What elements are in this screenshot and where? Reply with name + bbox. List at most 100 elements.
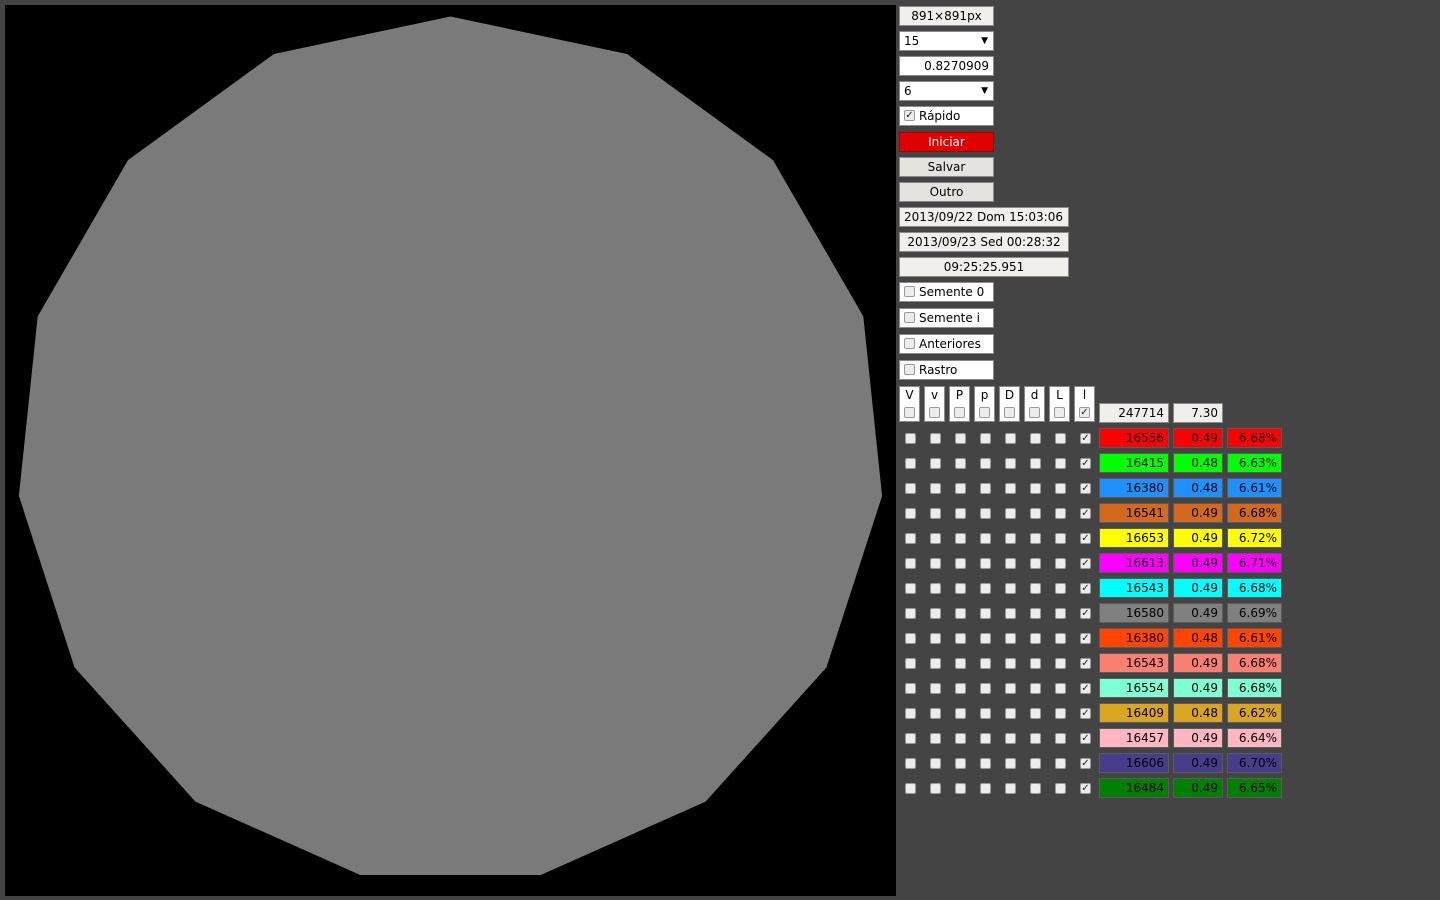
row-checkbox[interactable] — [980, 458, 991, 469]
column-header-checkbox[interactable] — [929, 407, 940, 418]
row-checkbox[interactable] — [1055, 458, 1066, 469]
row-checkbox[interactable] — [905, 633, 916, 644]
row-checkbox[interactable] — [905, 783, 916, 794]
row-checkbox[interactable] — [980, 433, 991, 444]
row-checkbox[interactable] — [930, 458, 941, 469]
rastro-toggle[interactable]: Rastro — [899, 360, 994, 380]
row-checkbox[interactable] — [1055, 633, 1066, 644]
row-checkbox[interactable] — [1030, 533, 1041, 544]
semente0-toggle[interactable]: Semente 0 — [899, 282, 994, 302]
row-checkbox[interactable] — [1055, 608, 1066, 619]
row-checkbox[interactable] — [1080, 758, 1091, 769]
row-checkbox[interactable] — [1005, 608, 1016, 619]
row-checkbox[interactable] — [1055, 483, 1066, 494]
row-checkbox[interactable] — [930, 758, 941, 769]
row-checkbox[interactable] — [905, 433, 916, 444]
row-checkbox[interactable] — [1005, 658, 1016, 669]
row-checkbox[interactable] — [1005, 683, 1016, 694]
row-checkbox[interactable] — [1080, 583, 1091, 594]
row-checkbox[interactable] — [955, 683, 966, 694]
row-checkbox[interactable] — [955, 733, 966, 744]
row-checkbox[interactable] — [1030, 558, 1041, 569]
column-header-checkbox[interactable] — [1004, 407, 1015, 418]
row-checkbox[interactable] — [1005, 433, 1016, 444]
row-checkbox[interactable] — [980, 783, 991, 794]
row-checkbox[interactable] — [955, 483, 966, 494]
row-checkbox[interactable] — [905, 458, 916, 469]
row-checkbox[interactable] — [1030, 508, 1041, 519]
row-checkbox[interactable] — [905, 758, 916, 769]
row-checkbox[interactable] — [980, 583, 991, 594]
row-checkbox[interactable] — [1030, 633, 1041, 644]
save-button[interactable]: Salvar — [899, 157, 994, 177]
column-header-checkbox[interactable] — [954, 407, 965, 418]
column-header-checkbox[interactable] — [1054, 407, 1065, 418]
row-checkbox[interactable] — [980, 508, 991, 519]
row-checkbox[interactable] — [980, 758, 991, 769]
row-checkbox[interactable] — [1005, 633, 1016, 644]
row-checkbox[interactable] — [905, 508, 916, 519]
row-checkbox[interactable] — [930, 533, 941, 544]
row-checkbox[interactable] — [905, 608, 916, 619]
factor-input[interactable]: 0.8270909 — [899, 56, 994, 76]
row-checkbox[interactable] — [1080, 508, 1091, 519]
start-button[interactable]: Iniciar — [899, 132, 994, 152]
row-checkbox[interactable] — [1030, 608, 1041, 619]
row-checkbox[interactable] — [955, 583, 966, 594]
row-checkbox[interactable] — [1080, 733, 1091, 744]
row-checkbox[interactable] — [905, 708, 916, 719]
depth-select[interactable]: 6 ▼ — [899, 81, 994, 101]
rapido-toggle[interactable]: Rápido — [899, 106, 994, 126]
other-button[interactable]: Outro — [899, 182, 994, 202]
row-checkbox[interactable] — [955, 458, 966, 469]
row-checkbox[interactable] — [905, 558, 916, 569]
row-checkbox[interactable] — [905, 483, 916, 494]
row-checkbox[interactable] — [1080, 558, 1091, 569]
row-checkbox[interactable] — [955, 433, 966, 444]
row-checkbox[interactable] — [905, 658, 916, 669]
row-checkbox[interactable] — [1080, 783, 1091, 794]
sementei-toggle[interactable]: Semente i — [899, 308, 994, 328]
row-checkbox[interactable] — [1080, 683, 1091, 694]
row-checkbox[interactable] — [955, 783, 966, 794]
rastro-checkbox[interactable] — [904, 364, 915, 375]
row-checkbox[interactable] — [1030, 708, 1041, 719]
row-checkbox[interactable] — [930, 783, 941, 794]
row-checkbox[interactable] — [955, 758, 966, 769]
row-checkbox[interactable] — [1055, 508, 1066, 519]
sementei-checkbox[interactable] — [904, 312, 915, 323]
row-checkbox[interactable] — [955, 658, 966, 669]
column-header-checkbox[interactable] — [1029, 407, 1040, 418]
row-checkbox[interactable] — [980, 708, 991, 719]
row-checkbox[interactable] — [1005, 583, 1016, 594]
row-checkbox[interactable] — [980, 533, 991, 544]
row-checkbox[interactable] — [1055, 433, 1066, 444]
row-checkbox[interactable] — [1030, 658, 1041, 669]
row-checkbox[interactable] — [980, 633, 991, 644]
row-checkbox[interactable] — [1055, 658, 1066, 669]
row-checkbox[interactable] — [980, 683, 991, 694]
row-checkbox[interactable] — [980, 733, 991, 744]
row-checkbox[interactable] — [1030, 733, 1041, 744]
row-checkbox[interactable] — [1080, 633, 1091, 644]
row-checkbox[interactable] — [905, 533, 916, 544]
row-checkbox[interactable] — [905, 683, 916, 694]
row-checkbox[interactable] — [1055, 733, 1066, 744]
row-checkbox[interactable] — [1080, 708, 1091, 719]
row-checkbox[interactable] — [1080, 533, 1091, 544]
row-checkbox[interactable] — [930, 558, 941, 569]
row-checkbox[interactable] — [930, 583, 941, 594]
row-checkbox[interactable] — [1005, 508, 1016, 519]
row-checkbox[interactable] — [955, 533, 966, 544]
row-checkbox[interactable] — [1080, 658, 1091, 669]
row-checkbox[interactable] — [1030, 483, 1041, 494]
row-checkbox[interactable] — [1030, 458, 1041, 469]
row-checkbox[interactable] — [930, 633, 941, 644]
row-checkbox[interactable] — [1005, 783, 1016, 794]
row-checkbox[interactable] — [1005, 558, 1016, 569]
sides-select[interactable]: 15 ▼ — [899, 31, 994, 51]
row-checkbox[interactable] — [930, 733, 941, 744]
row-checkbox[interactable] — [1055, 558, 1066, 569]
row-checkbox[interactable] — [1080, 483, 1091, 494]
row-checkbox[interactable] — [905, 583, 916, 594]
